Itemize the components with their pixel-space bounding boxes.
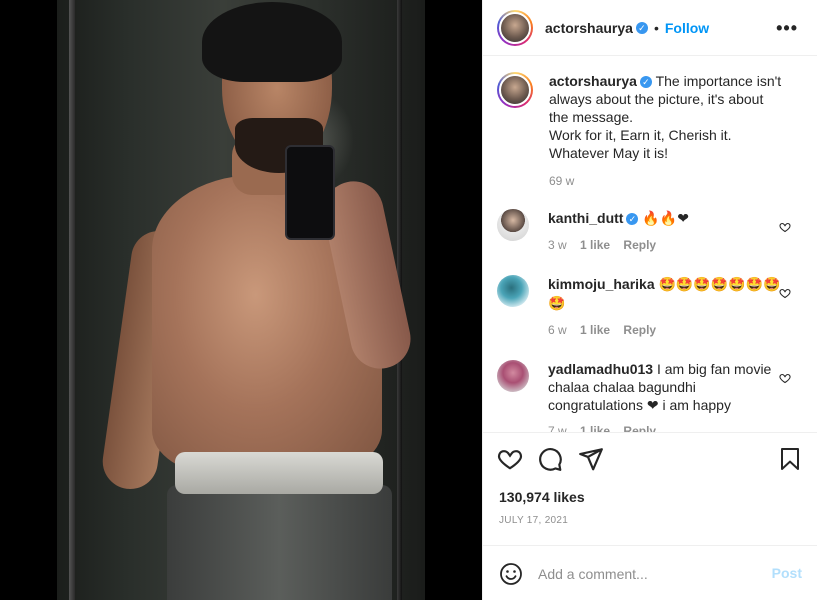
commenter-avatar[interactable] [497, 209, 529, 241]
like-comment-heart-icon[interactable] [779, 372, 791, 384]
commenter-avatar[interactable] [497, 360, 529, 392]
comment-bubble-icon[interactable] [537, 446, 563, 472]
author-username[interactable]: actorshaurya [545, 20, 633, 36]
commenter-avatar[interactable] [497, 275, 529, 307]
mirror-frame-left [69, 0, 75, 600]
comment-item: yadlamadhu013 I am big fan movie chalaa … [497, 360, 807, 432]
pants [167, 485, 392, 600]
caption-text-2: Work for it, Earn it, Cherish it. [549, 127, 732, 143]
post-comment-button[interactable]: Post [772, 565, 802, 581]
post-actions: 130,974 likes JULY 17, 2021 Post [483, 432, 817, 600]
reply-button[interactable]: Reply [623, 424, 656, 432]
comment-body: yadlamadhu013 I am big fan movie chalaa … [548, 360, 783, 432]
share-paper-plane-icon[interactable] [578, 446, 604, 472]
hair [202, 2, 342, 82]
separator-dot: • [653, 19, 659, 36]
post-photo[interactable] [0, 0, 482, 600]
verified-badge-icon: ✓ [639, 76, 652, 89]
header-user: actorshaurya ✓ • Follow [545, 20, 709, 36]
comment-age[interactable]: 7 w [548, 424, 567, 432]
comment-text: 🔥🔥❤ [642, 211, 689, 227]
follow-button[interactable]: Follow [665, 20, 709, 36]
like-heart-icon[interactable] [497, 446, 523, 472]
comment-composer: Post [483, 545, 817, 600]
verified-badge-icon: ✓ [626, 213, 639, 226]
verified-badge-icon: ✓ [635, 21, 648, 34]
post-side-panel: actorshaurya ✓ • Follow ••• actorshaurya… [482, 0, 817, 600]
reply-button[interactable]: Reply [623, 323, 656, 337]
commenter-username[interactable]: yadlamadhu013 [548, 361, 653, 377]
like-comment-heart-icon[interactable] [779, 221, 791, 233]
commenter-username[interactable]: kanthi_dutt [548, 210, 623, 226]
save-bookmark-icon[interactable] [778, 446, 802, 472]
reply-button[interactable]: Reply [623, 238, 656, 252]
emoji-icon[interactable] [499, 562, 523, 586]
more-options-icon[interactable]: ••• [776, 18, 798, 39]
phone [285, 145, 335, 240]
comment-input[interactable] [538, 562, 758, 586]
comment-age[interactable]: 6 w [548, 323, 567, 337]
comment-body: kimmoju_harika 🤩🤩🤩🤩🤩🤩🤩🤩 6 w 1 like Reply [548, 275, 783, 339]
comment-body: kanthi_dutt ✓ 🔥🔥❤ 3 w 1 like Reply [548, 209, 783, 254]
comment-likes[interactable]: 1 like [580, 424, 610, 432]
comment-likes[interactable]: 1 like [580, 238, 610, 252]
comments-list[interactable]: actorshaurya ✓ The importance isn't alway… [483, 57, 817, 432]
caption-age[interactable]: 69 w [549, 174, 574, 188]
caption-body: actorshaurya ✓ The importance isn't alway… [549, 72, 784, 190]
caption-avatar[interactable] [497, 72, 533, 108]
post-header: actorshaurya ✓ • Follow ••• [483, 0, 817, 56]
commenter-username[interactable]: kimmoju_harika [548, 276, 655, 292]
caption-username[interactable]: actorshaurya [549, 73, 637, 89]
waistband [175, 452, 383, 494]
photo-scene [57, 0, 425, 600]
caption: actorshaurya ✓ The importance isn't alway… [497, 72, 807, 190]
comment-item: kanthi_dutt ✓ 🔥🔥❤ 3 w 1 like Reply [497, 209, 807, 254]
comment-likes[interactable]: 1 like [580, 323, 610, 337]
comment-age[interactable]: 3 w [548, 238, 567, 252]
caption-text-3: Whatever May it is! [549, 145, 669, 161]
comment-item: kimmoju_harika 🤩🤩🤩🤩🤩🤩🤩🤩 6 w 1 like Reply [497, 275, 807, 339]
like-comment-heart-icon[interactable] [779, 287, 791, 299]
likes-count[interactable]: 130,974 likes [499, 489, 585, 505]
author-avatar[interactable] [497, 9, 533, 46]
post-date[interactable]: JULY 17, 2021 [499, 515, 568, 526]
